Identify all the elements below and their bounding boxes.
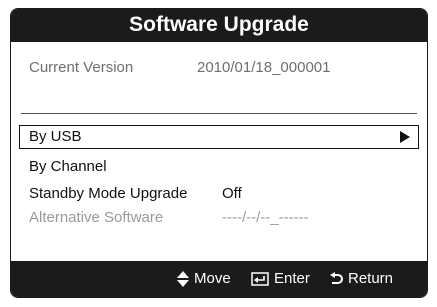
- software-upgrade-dialog: Software Upgrade Current Version 2010/01…: [10, 8, 428, 298]
- menu-item-by-channel[interactable]: By Channel: [19, 155, 419, 179]
- return-label: Return: [348, 270, 394, 287]
- menu-item-standby-mode-upgrade[interactable]: Standby Mode Upgrade Off: [19, 182, 419, 206]
- current-version-label: Current Version: [29, 59, 134, 76]
- menu-item-value: Off: [222, 185, 242, 202]
- menu-item-label: By Channel: [29, 158, 107, 175]
- enter-hint: Enter: [251, 270, 310, 287]
- move-updown-icon: [177, 270, 189, 287]
- menu-item-label: By USB: [29, 128, 82, 145]
- enter-icon: [251, 271, 269, 286]
- enter-label: Enter: [274, 270, 310, 287]
- return-icon: [330, 271, 343, 284]
- menu-item-by-usb[interactable]: By USB: [19, 125, 419, 149]
- menu-item-value: ----/--/--_------: [222, 209, 309, 226]
- current-version-value: 2010/01/18_000001: [197, 59, 331, 76]
- menu-item-label: Standby Mode Upgrade: [29, 185, 188, 202]
- move-label: Move: [194, 270, 231, 287]
- menu-item-alternative-software: Alternative Software ----/--/--_------: [19, 206, 419, 230]
- menu-item-label: Alternative Software: [29, 209, 164, 226]
- return-hint: Return: [329, 270, 393, 287]
- current-version-row: Current Version 2010/01/18_000001: [29, 59, 330, 76]
- arrow-right-icon: [400, 131, 410, 143]
- dialog-title: Software Upgrade: [11, 9, 427, 42]
- divider: [21, 113, 417, 114]
- move-hint: Move: [177, 270, 231, 287]
- footer-bar: Move Enter Return: [11, 261, 427, 297]
